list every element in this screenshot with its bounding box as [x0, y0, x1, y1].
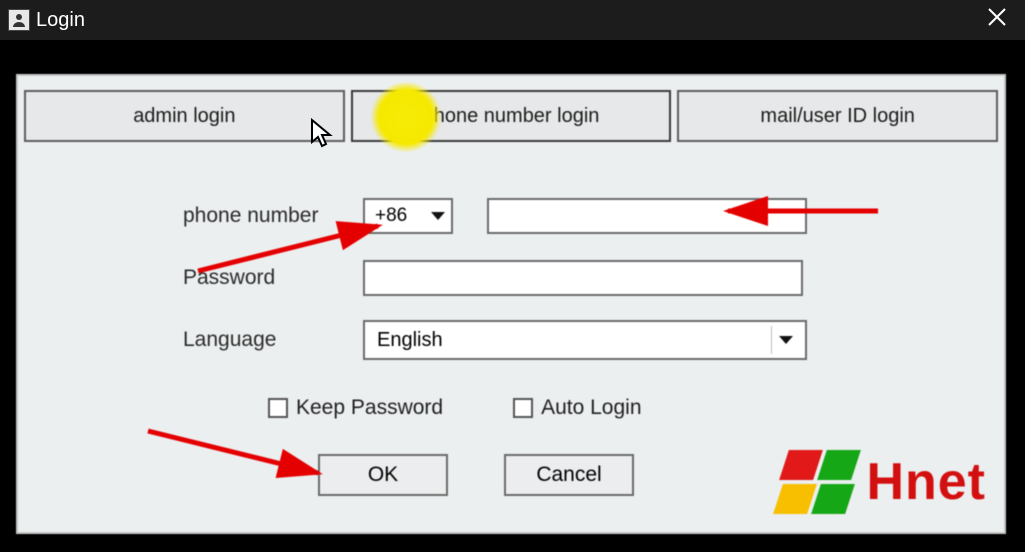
login-dialog: admin login phone number login mail/user…	[16, 74, 1006, 534]
chevron-down-icon	[431, 212, 445, 220]
country-code-value: +86	[375, 205, 407, 227]
ok-button[interactable]: OK	[318, 454, 448, 496]
button-label: OK	[368, 463, 398, 487]
language-value: English	[377, 329, 443, 352]
row-phone: phone number +86	[183, 196, 943, 236]
row-language: Language English	[183, 320, 943, 360]
language-label: Language	[183, 328, 363, 352]
button-label: Cancel	[536, 463, 601, 487]
checkbox-icon	[513, 398, 533, 418]
window-title: Login	[36, 9, 85, 32]
tab-admin-login[interactable]: admin login	[24, 90, 345, 142]
titlebar: Login	[0, 0, 1025, 40]
password-label: Password	[183, 266, 363, 290]
tab-label: phone number login	[423, 105, 600, 128]
keep-password-checkbox[interactable]: Keep Password	[268, 396, 443, 420]
logo-icon	[776, 450, 854, 514]
checkbox-icon	[268, 398, 288, 418]
checkbox-label: Keep Password	[296, 396, 443, 420]
login-tabs: admin login phone number login mail/user…	[18, 90, 1004, 142]
app-icon	[8, 9, 30, 31]
tab-mail-login[interactable]: mail/user ID login	[677, 90, 998, 142]
tab-phone-login[interactable]: phone number login	[351, 90, 672, 142]
button-row: OK Cancel	[318, 454, 634, 496]
close-button[interactable]	[977, 3, 1017, 37]
password-input[interactable]	[363, 260, 803, 296]
country-code-select[interactable]: +86	[363, 198, 453, 234]
phone-input[interactable]	[487, 198, 807, 234]
phone-label: phone number	[183, 204, 363, 228]
cancel-button[interactable]: Cancel	[504, 454, 634, 496]
row-password: Password	[183, 258, 943, 298]
language-select[interactable]: English	[363, 320, 807, 360]
annotation-arrow	[138, 421, 338, 491]
tab-label: admin login	[133, 105, 235, 128]
checkbox-label: Auto Login	[541, 396, 641, 420]
chevron-down-icon	[771, 326, 799, 354]
logo-text: Hnet	[866, 452, 986, 512]
login-form: phone number +86 Password Language Engli…	[183, 196, 943, 382]
auto-login-checkbox[interactable]: Auto Login	[513, 396, 641, 420]
tab-label: mail/user ID login	[760, 105, 915, 128]
options-row: Keep Password Auto Login	[268, 396, 642, 420]
watermark-logo: Hnet	[776, 450, 986, 514]
